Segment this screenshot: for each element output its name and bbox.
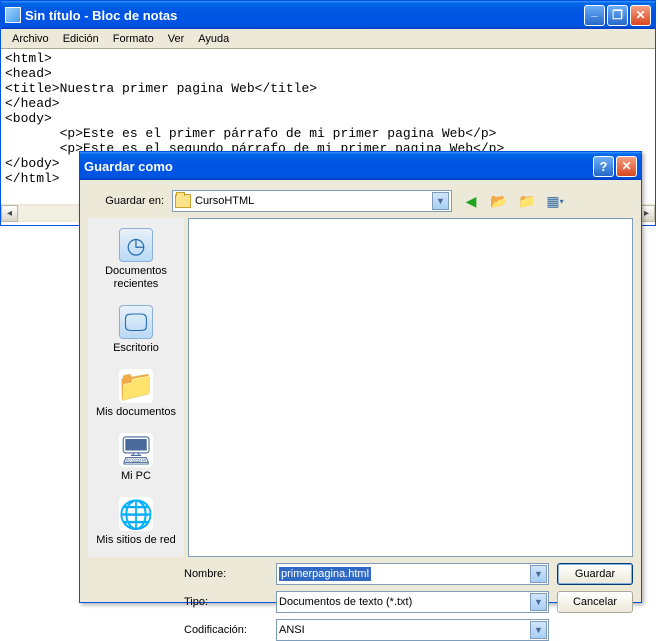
file-list[interactable] [188, 218, 633, 557]
places-bar: Documentos recientes Escritorio Mis docu… [88, 218, 184, 557]
recent-docs-icon [119, 228, 153, 262]
filename-value: primerpagina.html [279, 567, 371, 581]
menu-view[interactable]: Ver [161, 31, 192, 47]
titlebar[interactable]: Sin título - Bloc de notas _ ❐ ✕ [1, 1, 655, 29]
encoding-combo[interactable]: ANSI ▼ [276, 619, 549, 641]
cancel-button[interactable]: Cancelar [557, 591, 633, 613]
my-documents-icon [119, 369, 153, 403]
save-in-value: CursoHTML [195, 195, 432, 207]
chevron-down-icon[interactable]: ▼ [530, 621, 547, 639]
dialog-close-button[interactable]: ✕ [616, 156, 637, 177]
views-icon[interactable]: ▦▾ [546, 192, 564, 210]
back-icon[interactable]: ◀ [462, 192, 480, 210]
filename-input[interactable]: primerpagina.html ▼ [276, 563, 549, 585]
menu-help[interactable]: Ayuda [191, 31, 236, 47]
place-mydocs[interactable]: Mis documentos [88, 363, 184, 425]
save-button[interactable]: Guardar [557, 563, 633, 585]
my-pc-icon [119, 433, 153, 467]
menu-format[interactable]: Formato [106, 31, 161, 47]
place-recent-label: Documentos recientes [90, 265, 182, 291]
chevron-down-icon[interactable]: ▼ [432, 192, 449, 210]
minimize-button[interactable]: _ [584, 5, 605, 26]
filetype-value: Documentos de texto (*.txt) [279, 596, 412, 608]
place-desktop[interactable]: Escritorio [88, 299, 184, 361]
dialog-title: Guardar como [84, 159, 593, 174]
save-in-label: Guardar en: [88, 195, 172, 207]
filetype-combo[interactable]: Documentos de texto (*.txt) ▼ [276, 591, 549, 613]
menubar: Archivo Edición Formato Ver Ayuda [1, 29, 655, 49]
window-title: Sin título - Bloc de notas [25, 8, 584, 23]
desktop-icon [119, 305, 153, 339]
chevron-down-icon[interactable]: ▼ [530, 593, 547, 611]
folder-icon [175, 194, 191, 208]
maximize-button[interactable]: ❐ [607, 5, 628, 26]
help-button[interactable]: ? [593, 156, 614, 177]
place-mypc-label: Mi PC [121, 470, 151, 483]
up-one-level-icon[interactable]: 📂 [490, 192, 508, 210]
menu-file[interactable]: Archivo [5, 31, 56, 47]
dialog-titlebar[interactable]: Guardar como ? ✕ [80, 152, 641, 180]
encoding-value: ANSI [279, 624, 305, 636]
place-network[interactable]: Mis sitios de red [88, 491, 184, 553]
place-mypc[interactable]: Mi PC [88, 427, 184, 489]
notepad-icon [5, 7, 21, 23]
save-in-combo[interactable]: CursoHTML ▼ [172, 190, 452, 212]
chevron-down-icon[interactable]: ▼ [530, 565, 547, 583]
scroll-left-icon[interactable]: ◂ [1, 205, 18, 222]
place-network-label: Mis sitios de red [96, 534, 175, 547]
place-recent[interactable]: Documentos recientes [88, 222, 184, 297]
place-mydocs-label: Mis documentos [96, 406, 176, 419]
close-button[interactable]: ✕ [630, 5, 651, 26]
new-folder-icon[interactable]: 📁 [518, 192, 536, 210]
filetype-label: Tipo: [184, 596, 268, 608]
place-desktop-label: Escritorio [113, 342, 159, 355]
filename-label: Nombre: [184, 568, 268, 580]
network-places-icon [119, 497, 153, 531]
menu-edit[interactable]: Edición [56, 31, 106, 47]
encoding-label: Codificación: [184, 624, 268, 636]
save-as-dialog: Guardar como ? ✕ Guardar en: CursoHTML ▼… [79, 151, 642, 603]
